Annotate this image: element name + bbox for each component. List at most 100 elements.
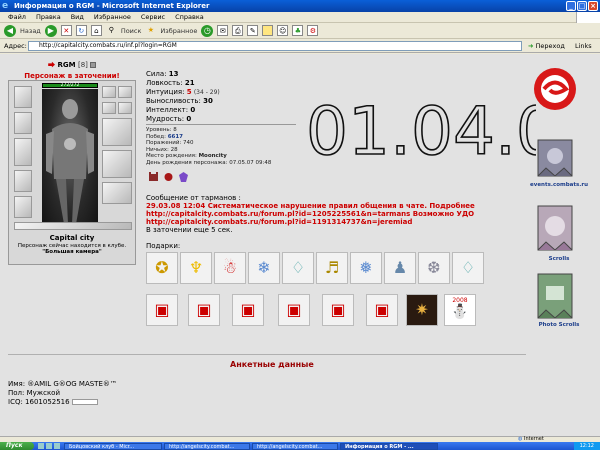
scrolls-link[interactable]: Scrolls	[528, 256, 590, 262]
quick-launch-icon[interactable]	[38, 443, 44, 449]
legs-slot[interactable]	[102, 182, 132, 204]
boots-slot[interactable]	[14, 196, 32, 218]
menu-edit[interactable]: Правка	[36, 12, 61, 22]
forward-arrow-icon[interactable]: ▶	[44, 24, 57, 37]
gift-item[interactable]: ▣	[188, 294, 220, 326]
gift-item[interactable]: ♢	[452, 252, 484, 284]
forum-link[interactable]: http://capitalcity.combats.ru/forum.pl?i…	[146, 210, 526, 218]
weapon-slot[interactable]	[14, 138, 32, 166]
ring-slot[interactable]	[118, 102, 132, 114]
stop-icon[interactable]: ✕	[60, 25, 72, 36]
menu-help[interactable]: Справка	[175, 12, 204, 22]
belt-slot[interactable]	[14, 170, 32, 192]
gift-item[interactable]: ▣	[322, 294, 354, 326]
gift-item[interactable]: ✷	[406, 294, 438, 326]
gift-item[interactable]: ☃	[214, 252, 246, 284]
amulet-slot[interactable]	[102, 86, 116, 98]
taskbar-item[interactable]: Бойцовский клуб - Micr...	[64, 442, 162, 450]
title-bar: e Информация о RGM - Microsoft Internet …	[0, 0, 600, 12]
photo-scrolls-button[interactable]	[532, 272, 578, 322]
gift-item[interactable]: ▣	[146, 294, 178, 326]
taskbar-item[interactable]: http://angelscity.combat...	[164, 442, 250, 450]
gift-item[interactable]: ❄	[248, 252, 280, 284]
tools-icon[interactable]: ⚙	[307, 25, 319, 36]
quick-launch-icon[interactable]	[54, 443, 60, 449]
taskbar-item-active[interactable]: Информация о RGM - ...	[340, 442, 438, 450]
red-swirl-icon	[534, 68, 576, 110]
taskbar-item[interactable]: http://angelscity.combat...	[252, 442, 338, 450]
start-button[interactable]: Пуск	[0, 442, 34, 450]
menu-file[interactable]: Файл	[8, 12, 26, 22]
stat-strength: Сила: 13	[146, 70, 220, 79]
gift-item[interactable]: ▣	[366, 294, 398, 326]
folder-icon[interactable]	[262, 25, 274, 36]
stat-intellect: Интеллект: 0	[146, 106, 220, 115]
refresh-icon[interactable]: ↻	[75, 25, 87, 36]
events-button[interactable]	[532, 66, 578, 112]
gift-item[interactable]: ▣	[232, 294, 264, 326]
crystal-icon: ♢	[290, 258, 306, 277]
favorites-button-label[interactable]: Избранное	[160, 27, 197, 35]
back-arrow-icon[interactable]: ◀	[4, 24, 16, 37]
history-icon[interactable]: ◷	[201, 24, 214, 37]
forum-link[interactable]: http://capitalcity.combats.ru/forum.pl?i…	[146, 218, 526, 226]
location-room: "Большая камера"	[42, 249, 102, 255]
clover-icon[interactable]: ♣	[292, 25, 304, 36]
stat-label: Интеллект:	[146, 106, 189, 114]
imprisoned-alert: Персонаж в заточении!	[24, 72, 120, 80]
back-button-label[interactable]: Назад	[20, 27, 41, 35]
messenger-icon[interactable]: ☺	[277, 25, 289, 36]
wins-value: 6617	[167, 133, 183, 140]
demon-badge-icon[interactable]	[163, 172, 174, 182]
close-button[interactable]: ×	[588, 1, 598, 11]
url-input[interactable]: http://capitalcity.combats.ru/inf.pl?log…	[28, 41, 522, 51]
gift-item[interactable]: ✪	[146, 252, 178, 284]
gift-item[interactable]: ❅	[350, 252, 382, 284]
info-icon[interactable]	[90, 62, 97, 68]
go-button[interactable]: ➜ Переход	[528, 41, 565, 51]
maximize-button[interactable]: □	[577, 1, 587, 11]
home-icon[interactable]: ⌂	[90, 25, 102, 36]
santa-icon: ☃	[222, 258, 238, 277]
gift-item[interactable]: ♟	[384, 252, 416, 284]
gift-item[interactable]: ❆	[418, 252, 450, 284]
scrolls-button[interactable]	[532, 204, 578, 254]
menu-favorites[interactable]: Избранное	[94, 12, 131, 22]
favorites-star-icon[interactable]: ★	[145, 25, 156, 36]
shield-slot[interactable]	[102, 150, 132, 178]
edit-icon[interactable]: ✎	[247, 25, 259, 36]
armor-slot[interactable]	[14, 112, 32, 134]
scrolls-banner[interactable]	[532, 138, 578, 178]
links-button[interactable]: Links	[575, 41, 592, 51]
search-icon[interactable]: ⚲	[106, 25, 117, 36]
page-content: ⮕ RGM [8] Персонаж в заточении! 272/272 …	[0, 54, 600, 436]
gift-item[interactable]: ♢	[282, 252, 314, 284]
print-icon[interactable]: ⎙	[232, 25, 244, 36]
photo-scrolls-link[interactable]: Photo Scrolls	[528, 322, 590, 328]
menu-tools[interactable]: Сервис	[141, 12, 165, 22]
gift-item[interactable]: ♆	[180, 252, 212, 284]
ring-slot[interactable]	[102, 102, 116, 114]
hp-bar: 272/272	[42, 83, 98, 88]
go-arrow-icon: ➜	[528, 42, 534, 50]
helmet-slot[interactable]	[14, 86, 32, 108]
earring-slot[interactable]	[118, 86, 132, 98]
gift-item[interactable]: ♬	[316, 252, 348, 284]
minimize-button[interactable]: _	[566, 1, 576, 11]
castle-badge-icon[interactable]	[148, 172, 159, 182]
gloves-slot[interactable]	[102, 118, 132, 146]
menu-view[interactable]: Вид	[71, 12, 84, 22]
profile-heading: Анкетные данные	[230, 360, 314, 369]
stat-agility: Ловкость: 21	[146, 79, 220, 88]
mail-icon[interactable]: ✉	[217, 25, 229, 36]
gift-item[interactable]: ▣	[278, 294, 310, 326]
card-year: 2008	[452, 297, 468, 304]
gift-item[interactable]: 2008 ⛄	[444, 294, 476, 326]
events-link[interactable]: events.combats.ru	[528, 182, 590, 188]
icq-status-box	[71, 399, 98, 405]
quick-launch-icon[interactable]	[46, 443, 52, 449]
search-button-label[interactable]: Поиск	[121, 27, 142, 35]
stat-value: 21	[184, 79, 195, 87]
clan-badge-icon[interactable]	[178, 172, 189, 182]
gifts-label: Подарки:	[146, 242, 181, 250]
